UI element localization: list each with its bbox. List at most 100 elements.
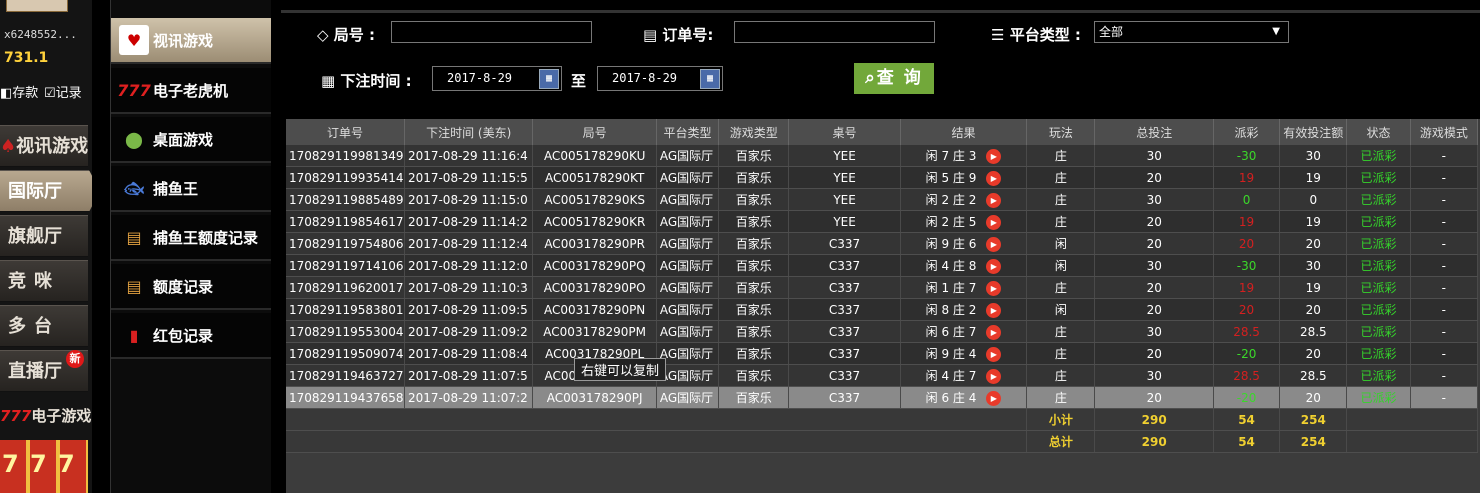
cell-status: 已派彩 — [1346, 145, 1411, 167]
col-game-mode[interactable]: 游戏模式 — [1410, 119, 1479, 145]
platform-select[interactable]: 全部 ▼ — [1094, 21, 1289, 43]
slot-machine-thumbnail[interactable]: 7 7 7 — [0, 440, 88, 493]
cell-order-no: 170829119553004 — [286, 320, 405, 343]
table-row[interactable]: 170829119935414 2017-08-29 11:15:5 AC00517… — [286, 166, 1479, 189]
cell-round-no: AC003178290PJ — [532, 386, 657, 409]
cell-status: 已派彩 — [1346, 342, 1411, 365]
table-row[interactable]: 170829119553004 2017-08-29 11:09:2 AC00317… — [286, 320, 1479, 343]
round-label: ◇ 局号 : — [317, 26, 376, 44]
play-replay-icon[interactable]: ▶ — [986, 149, 1002, 164]
round-input[interactable] — [391, 21, 592, 43]
date-to-input[interactable]: 2017-8-29 ▦ — [597, 66, 723, 91]
col-status[interactable]: 状态 — [1346, 119, 1411, 145]
play-replay-icon[interactable]: ▶ — [986, 215, 1002, 230]
play-replay-icon[interactable]: ▶ — [986, 237, 1002, 252]
col-play-type[interactable]: 玩法 — [1026, 119, 1096, 145]
cell-game-mode: - — [1410, 145, 1479, 167]
query-button[interactable]: ⌕查 询 — [854, 63, 934, 94]
subtotal-valid-bet: 254 — [1279, 408, 1348, 431]
left-nav-live-games[interactable]: ♠视讯游戏 — [0, 125, 88, 167]
play-replay-icon[interactable]: ▶ — [986, 369, 1002, 384]
table-row[interactable]: 170829119885489 2017-08-29 11:15:0 AC00517… — [286, 188, 1479, 211]
left-nav-international-hall[interactable]: 国际厅 — [0, 170, 92, 212]
cell-platform: AG国际厅 — [656, 298, 720, 321]
play-replay-icon[interactable]: ▶ — [986, 171, 1002, 186]
menu-item-red-envelope-records[interactable]: ▮ 红包记录 — [111, 313, 271, 359]
left-nav-flagship-hall[interactable]: 旗舰厅 — [0, 215, 88, 257]
calendar-icon[interactable]: ▦ — [539, 69, 559, 89]
table-row[interactable]: 170829119437658 2017-08-29 11:07:2 AC00317… — [286, 386, 1479, 409]
menu-item-credit-records[interactable]: ▤ 额度记录 — [111, 264, 271, 310]
table-row[interactable]: 170829119583801 2017-08-29 11:09:5 AC00317… — [286, 298, 1479, 321]
col-payout[interactable]: 派彩 — [1213, 119, 1281, 145]
play-replay-icon[interactable]: ▶ — [986, 391, 1002, 406]
play-replay-icon[interactable]: ▶ — [986, 325, 1002, 340]
chevron-down-icon: ▼ — [1272, 26, 1280, 37]
menu-item-label: 红包记录 — [153, 326, 214, 345]
seven-icon: 7 — [58, 450, 75, 478]
left-nav-electronic-games[interactable]: 777电子游戏 — [0, 405, 91, 426]
username: x6248552... — [4, 28, 77, 41]
table-row[interactable]: 170829119509074 2017-08-29 11:08:4 AC00317… — [286, 342, 1479, 365]
menu-item-slots[interactable]: 777 电子老虎机 — [111, 68, 271, 114]
records-link[interactable]: ☑记录 — [44, 82, 82, 101]
cell-order-no: 170829119935414 — [286, 166, 405, 189]
cell-game-type: 百家乐 — [718, 254, 790, 277]
col-total-bet[interactable]: 总投注 — [1094, 119, 1214, 145]
table-row[interactable]: 1708291194637272017-08-29 11:07:5AC00317… — [286, 364, 1479, 387]
cell-round-no: AC003178290PO — [532, 276, 657, 299]
left-nav-squeeze[interactable]: 竞咪 — [0, 260, 88, 302]
cell-table-no: YEE — [788, 210, 901, 233]
col-bet-time[interactable]: 下注时间 (美东) — [404, 119, 534, 145]
cell-payout: 28.5 — [1213, 320, 1281, 343]
play-replay-icon[interactable]: ▶ — [986, 193, 1002, 208]
cell-result: 闲 5 庄 9 ▶ — [900, 166, 1028, 189]
cell-payout: 20 — [1213, 298, 1281, 321]
table-row[interactable]: 170829119854617 2017-08-29 11:14:2 AC00517… — [286, 210, 1479, 233]
cell-table-no: C337 — [788, 386, 901, 409]
cell-total-bet: 30 — [1094, 188, 1214, 211]
table-row[interactable]: 170829119714106 2017-08-29 11:12:0 AC00317… — [286, 254, 1479, 277]
order-input[interactable] — [734, 21, 935, 43]
left-nav-multi-table[interactable]: 多台 — [0, 305, 88, 347]
table-header-row: 订单号 下注时间 (美东) 局号 平台类型 游戏类型 桌号 结果 玩法 总投注 … — [286, 119, 1479, 145]
menu-item-fishing-credit-records[interactable]: ▤ 捕鱼王额度记录 — [111, 215, 271, 261]
menu-item-table-games[interactable]: ⬤ 桌面游戏 — [111, 117, 271, 163]
deposit-link[interactable]: ◧存款 — [0, 82, 38, 101]
col-order-no[interactable]: 订单号 — [286, 119, 405, 145]
cell-order-no: 170829119437658 — [286, 386, 405, 409]
table-row[interactable]: 170829119754806 2017-08-29 11:12:4 AC00317… — [286, 232, 1479, 255]
menu-item-fishing-king[interactable]: 🐟︎ 捕鱼王 — [111, 166, 271, 212]
table-row[interactable]: 170829119981349 2017-08-29 11:16:4 AC00517… — [286, 145, 1479, 167]
cell-bet-time: 2017-08-29 11:14:2 — [404, 210, 534, 233]
col-game-type[interactable]: 游戏类型 — [718, 119, 790, 145]
play-replay-icon[interactable]: ▶ — [986, 347, 1002, 362]
col-valid-bet[interactable]: 有效投注额 — [1279, 119, 1348, 145]
col-platform[interactable]: 平台类型 — [656, 119, 720, 145]
cell-bet-time: 2017-08-29 11:09:2 — [404, 320, 534, 343]
cell-table-no: C337 — [788, 254, 901, 277]
cell-game-mode: - — [1410, 320, 1479, 343]
document-icon: ▤ — [126, 276, 142, 296]
cell-bet-time: 2017-08-29 11:07:2 — [404, 386, 534, 409]
total-row: 总计 290 54 254 — [286, 430, 1478, 453]
avatar — [6, 0, 68, 12]
col-round-no[interactable]: 局号 — [532, 119, 657, 145]
calendar-icon[interactable]: ▦ — [700, 69, 720, 89]
play-replay-icon[interactable]: ▶ — [986, 281, 1002, 296]
cell-play-type: 庄 — [1026, 188, 1096, 211]
cell-game-type: 百家乐 — [718, 342, 790, 365]
cell-result: 闲 9 庄 6 ▶ — [900, 232, 1028, 255]
menu-item-live-games[interactable]: ♥ 视讯游戏 — [111, 18, 281, 64]
col-result[interactable]: 结果 — [900, 119, 1028, 145]
col-table-no[interactable]: 桌号 — [788, 119, 901, 145]
cell-status: 已派彩 — [1346, 166, 1411, 189]
cell-game-type: 百家乐 — [718, 298, 790, 321]
cell-game-mode: - — [1410, 386, 1479, 409]
cell-payout: 19 — [1213, 210, 1281, 233]
play-replay-icon[interactable]: ▶ — [986, 303, 1002, 318]
date-from-input[interactable]: 2017-8-29 ▦ — [432, 66, 562, 91]
play-replay-icon[interactable]: ▶ — [986, 259, 1002, 274]
cell-status: 已派彩 — [1346, 188, 1411, 211]
table-row[interactable]: 170829119620017 2017-08-29 11:10:3 AC00317… — [286, 276, 1479, 299]
